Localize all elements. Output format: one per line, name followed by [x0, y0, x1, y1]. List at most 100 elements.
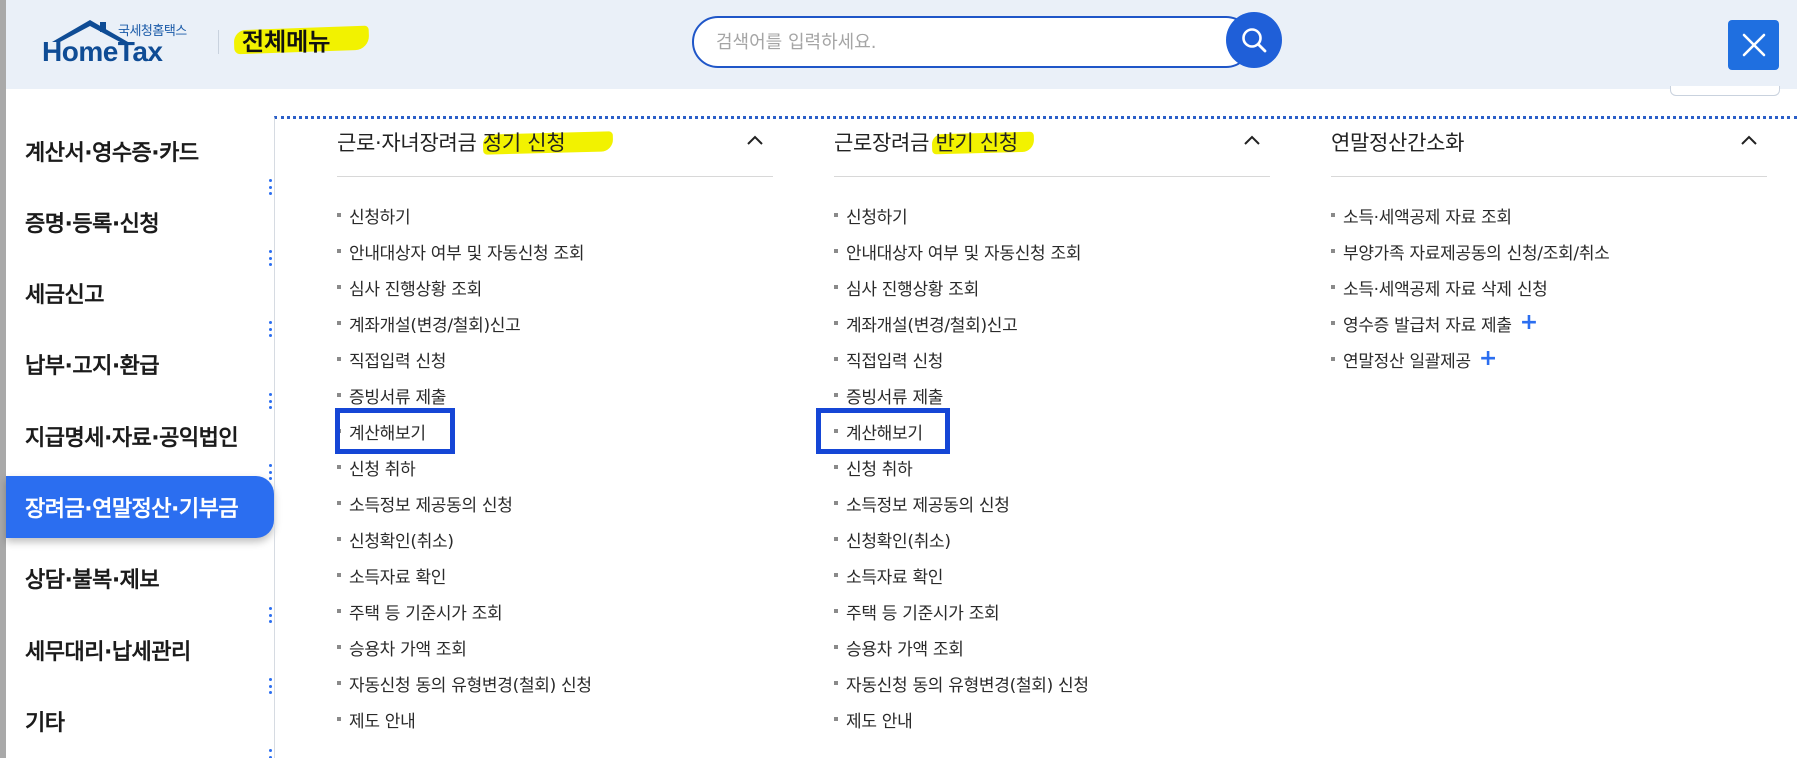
sidebar-item-label: 상담·불복·제보 — [25, 568, 160, 593]
list-item-label: 소득·세액공제 자료 조회 — [1343, 207, 1512, 228]
list-item[interactable]: 주택 등 기준시가 조회 — [337, 597, 503, 625]
hometax-logo[interactable]: 국세청홈택스 HomeTax — [42, 18, 202, 68]
sidebar-item-incentive-yearend[interactable]: 장려금·연말정산·기부금 — [6, 476, 274, 538]
list-item-label: 부양가족 자료제공동의 신청/조회/취소 — [1343, 243, 1610, 264]
list-item[interactable]: 소득자료 확인 — [834, 561, 943, 589]
list-item-label: 연말정산 일괄제공 — [1343, 351, 1471, 372]
sidebar-item-certificate-registration[interactable]: 증명·등록·신청 — [6, 191, 274, 253]
list-item-label: 소득자료 확인 — [349, 567, 447, 588]
list-item[interactable]: 소득·세액공제 자료 삭제 신청 — [1331, 273, 1548, 301]
list-item[interactable]: 소득정보 제공동의 신청 — [834, 489, 1010, 517]
list-item[interactable]: 직접입력 신청 — [337, 345, 446, 373]
list-item-label: 주택 등 기준시가 조회 — [349, 603, 503, 624]
list-item[interactable]: 신청 취하 — [337, 453, 416, 481]
list-item-label: 소득정보 제공동의 신청 — [846, 495, 1010, 516]
column-title: 근로·자녀장려금 정기 신청 — [337, 131, 566, 155]
list-item[interactable]: 제도 안내 — [834, 705, 913, 733]
list-item[interactable]: 자동신청 동의 유형변경(철회) 신청 — [834, 669, 1089, 697]
sidebar-item-label: 기타 — [25, 711, 65, 736]
list-item[interactable]: 소득·세액공제 자료 조회 — [1331, 201, 1512, 229]
column-header[interactable]: 근로장려금 반기 신청 — [834, 119, 1270, 177]
list-item-label: 승용차 가액 조회 — [349, 639, 467, 660]
sidebar-item-label: 증명·등록·신청 — [25, 212, 160, 237]
list-item[interactable]: 신청확인(취소) — [337, 525, 454, 553]
list-item[interactable]: 소득자료 확인 — [337, 561, 446, 589]
sidebar-item-label: 계산서·영수증·카드 — [25, 141, 199, 166]
sidebar-scroll-dots — [268, 179, 272, 195]
list-item-label: 소득·세액공제 자료 삭제 신청 — [1343, 279, 1548, 300]
list-item[interactable]: 부양가족 자료제공동의 신청/조회/취소 — [1331, 237, 1610, 265]
list-item[interactable]: 계좌개설(변경/철회)신고 — [834, 309, 1018, 337]
expand-plus-icon[interactable]: + — [1479, 348, 1497, 370]
sidebar-item-payment-statement[interactable]: 지급명세·자료·공익법인 — [6, 405, 274, 467]
list-item-label: 증빙서류 제출 — [846, 387, 944, 408]
chevron-up-icon[interactable] — [1242, 131, 1262, 151]
list-item[interactable]: 신청 취하 — [834, 453, 913, 481]
column-title: 근로장려금 반기 신청 — [834, 131, 1018, 155]
sidebar-item-label: 세금신고 — [25, 283, 104, 308]
sidebar-scroll-dots — [268, 464, 272, 480]
list-item[interactable]: 직접입력 신청 — [834, 345, 943, 373]
search-button[interactable] — [1226, 12, 1282, 68]
list-item[interactable]: 증빙서류 제출 — [337, 381, 446, 409]
sidebar-item-consult-appeal[interactable]: 상담·불복·제보 — [6, 547, 274, 609]
list-item[interactable]: 승용차 가액 조회 — [337, 633, 467, 661]
list-item-label: 신청 취하 — [846, 459, 913, 480]
list-item-label: 소득정보 제공동의 신청 — [349, 495, 513, 516]
list-item[interactable]: 주택 등 기준시가 조회 — [834, 597, 1000, 625]
list-item[interactable]: 영수증 발급처 자료 제출 + — [1331, 309, 1538, 337]
list-item-label: 신청하기 — [846, 207, 908, 228]
list-item[interactable]: 신청하기 — [834, 201, 908, 229]
list-item-label: 안내대상자 여부 및 자동신청 조회 — [846, 243, 1082, 264]
list-item[interactable]: 증빙서류 제출 — [834, 381, 943, 409]
chevron-up-icon[interactable] — [1739, 131, 1759, 151]
sidebar-item-tax-filing[interactable]: 세금신고 — [6, 262, 274, 324]
list-item-label: 직접입력 신청 — [846, 351, 944, 372]
header-divider — [218, 30, 219, 54]
list-item-label: 신청확인(취소) — [349, 531, 454, 552]
sidebar-item-label: 세무대리·납세관리 — [25, 640, 191, 665]
list-item-label: 신청 취하 — [349, 459, 416, 480]
list-item-label: 자동신청 동의 유형변경(철회) 신청 — [846, 675, 1089, 696]
column-title: 연말정산간소화 — [1331, 131, 1465, 155]
sidebar-item-invoice-receipt-card[interactable]: 계산서·영수증·카드 — [6, 120, 274, 182]
sidebar-scroll-dots — [268, 393, 272, 409]
header: 국세청홈택스 HomeTax 전체메뉴 — [6, 0, 1797, 89]
list-item-label: 심사 진행상황 조회 — [349, 279, 482, 300]
sidebar: 계산서·영수증·카드 증명·등록·신청 세금신고 납부·고지·환급 지급명세·자… — [6, 89, 274, 758]
list-item-label: 영수증 발급처 자료 제출 — [1343, 315, 1512, 336]
list-item[interactable]: 연말정산 일괄제공 + — [1331, 345, 1497, 373]
list-item-label: 증빙서류 제출 — [349, 387, 447, 408]
list-item[interactable]: 신청확인(취소) — [834, 525, 951, 553]
list-item[interactable]: 자동신청 동의 유형변경(철회) 신청 — [337, 669, 592, 697]
sidebar-scroll-dots — [268, 678, 272, 694]
list-item-label: 자동신청 동의 유형변경(철회) 신청 — [349, 675, 592, 696]
list-item[interactable]: 승용차 가액 조회 — [834, 633, 964, 661]
highlight-box-calculate — [816, 408, 950, 454]
list-item[interactable]: 소득정보 제공동의 신청 — [337, 489, 513, 517]
list-item-label: 신청하기 — [349, 207, 411, 228]
expand-plus-icon[interactable]: + — [1520, 312, 1538, 334]
list-item-label: 안내대상자 여부 및 자동신청 조회 — [349, 243, 585, 264]
list-item-label: 소득자료 확인 — [846, 567, 944, 588]
close-button[interactable] — [1728, 20, 1779, 70]
list-item[interactable]: 제도 안내 — [337, 705, 416, 733]
list-item[interactable]: 신청하기 — [337, 201, 411, 229]
sidebar-item-label: 지급명세·자료·공익법인 — [25, 426, 239, 451]
sidebar-scroll-dots — [268, 250, 272, 266]
sidebar-item-etc[interactable]: 기타 — [6, 690, 274, 752]
list-item[interactable]: 안내대상자 여부 및 자동신청 조회 — [834, 237, 1081, 265]
sidebar-item-payment-refund[interactable]: 납부·고지·환급 — [6, 333, 274, 395]
close-icon — [1742, 33, 1765, 57]
app-frame: 국세청홈택스 HomeTax 전체메뉴 계산서·영수증·카드 증명·등록· — [6, 0, 1797, 758]
list-item[interactable]: 안내대상자 여부 및 자동신청 조회 — [337, 237, 584, 265]
search-input[interactable] — [716, 28, 1196, 56]
list-item[interactable]: 심사 진행상황 조회 — [337, 273, 482, 301]
sidebar-item-tax-agent[interactable]: 세무대리·납세관리 — [6, 619, 274, 681]
column-header[interactable]: 근로·자녀장려금 정기 신청 — [337, 119, 773, 177]
list-item[interactable]: 계좌개설(변경/철회)신고 — [337, 309, 521, 337]
chevron-up-icon[interactable] — [745, 131, 765, 151]
search-box — [692, 16, 1252, 68]
list-item[interactable]: 심사 진행상황 조회 — [834, 273, 979, 301]
column-header[interactable]: 연말정산간소화 — [1331, 119, 1767, 177]
